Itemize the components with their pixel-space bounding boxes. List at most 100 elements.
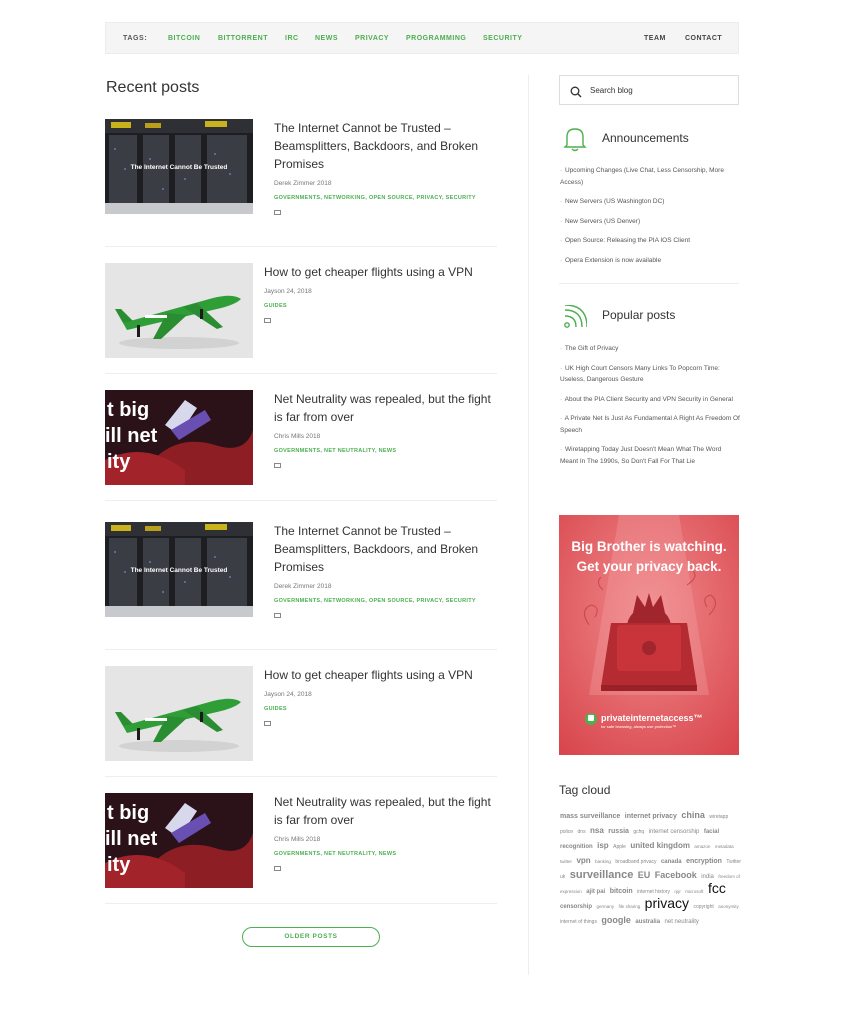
post-categories[interactable]: GUIDES [264,303,499,309]
post-separator [105,903,497,904]
pia-ad-banner[interactable]: Big Brother is watching. Get your privac… [559,515,739,755]
popular-post-item[interactable]: · A Private Net Is Just As Fundamental A… [560,413,740,436]
contact-link[interactable]: CONTACT [685,35,722,42]
tag-cloud-item[interactable]: copyright [693,904,713,910]
tag-cloud-item[interactable]: fcc [708,880,726,896]
tag-cloud: mass surveillance internet privacy china… [560,808,742,928]
tag-cloud-item[interactable]: EU [638,870,651,880]
announcement-item[interactable]: · New Servers (US Washington DC) [560,196,740,208]
tag-cloud-item[interactable]: anonymity [718,904,739,909]
post-title-link[interactable]: The Internet Cannot be Trusted – Beamspl… [274,522,499,576]
popular-post-item[interactable]: · About the PIA Client Security and VPN … [560,394,740,406]
tag-cloud-item[interactable]: net neutrality [665,919,699,925]
tag-cloud-item[interactable]: privacy [645,895,689,911]
tag-cloud-item[interactable]: dns [578,829,586,835]
tag-cloud-item[interactable]: Facebook [655,870,697,880]
tag-link-privacy[interactable]: PRIVACY [355,35,389,42]
post-categories[interactable]: GOVERNMENTS, NET NEUTRALITY, NEWS [274,448,499,454]
announcement-item[interactable]: · Open Source: Releasing the PIA IOS Cli… [560,235,740,247]
popular-post-item[interactable]: · The Gift of Privacy [560,343,740,355]
tag-cloud-item[interactable]: surveillance [570,869,634,881]
comment-icon[interactable] [274,613,281,618]
post-categories[interactable]: GUIDES [264,706,499,712]
older-posts-button[interactable]: OLDER POSTS [242,927,380,947]
popular-post-item[interactable]: · UK High Court Censors Many Links To Po… [560,363,740,386]
tag-cloud-item[interactable]: china [681,810,705,820]
comment-icon[interactable] [274,210,281,215]
tag-link-bitcoin[interactable]: BITCOIN [168,35,200,42]
tag-cloud-item[interactable]: wiretapp [709,814,728,820]
post-thumbnail-airplane[interactable] [105,263,253,358]
comment-icon[interactable] [274,463,281,468]
tag-cloud-item[interactable]: internet privacy [625,813,677,820]
tag-cloud-item[interactable]: canada [661,859,682,865]
tag-cloud-item[interactable]: encryption [686,858,722,865]
tag-link-news[interactable]: NEWS [315,35,338,42]
post-categories[interactable]: GOVERNMENTS, NETWORKING, OPEN SOURCE, PR… [274,598,499,604]
post-thumbnail-servers[interactable]: The Internet Cannot Be Trusted [105,522,253,617]
team-link[interactable]: TEAM [644,35,666,42]
tag-cloud-item[interactable]: germany [596,904,614,909]
announcement-item[interactable]: · New Servers (US Denver) [560,216,740,228]
tag-cloud-item[interactable]: isp [597,841,609,850]
comment-icon[interactable] [264,318,271,323]
tag-cloud-item[interactable]: mass surveillance [560,813,620,820]
tag-link-programming[interactable]: PROGRAMMING [406,35,466,42]
tag-cloud-item[interactable]: broadband privacy [615,859,656,865]
tag-cloud-item[interactable]: file sharing [618,904,640,909]
tag-cloud-item[interactable]: uk [560,874,565,880]
ad-headline-line-1: Big Brother is watching. [571,539,726,554]
tag-cloud-item[interactable]: censorship [560,904,592,910]
tag-cloud-item[interactable]: rpjr [674,889,681,894]
post-thumbnail-airplane[interactable] [105,666,253,761]
post-title-link[interactable]: Net Neutrality was repealed, but the fig… [274,390,499,426]
tag-link-security[interactable]: SECURITY [483,35,522,42]
tag-cloud-item[interactable]: banking [595,859,611,864]
tag-cloud-item[interactable]: metadata [715,844,734,849]
tag-cloud-item[interactable]: microsoft [685,889,703,894]
post-thumbnail-net-neutrality[interactable]: t big ill net ity [105,390,253,485]
tag-cloud-item[interactable]: police [560,829,573,835]
search-input[interactable] [590,83,730,98]
tag-cloud-item[interactable]: bitcoin [610,888,633,895]
announcement-item[interactable]: · Opera Extension is now available [560,255,740,267]
tag-cloud-item[interactable]: Apple [613,844,626,850]
ad-headline-line-2: Get your privacy back. [577,559,722,574]
announcement-item[interactable]: · Upcoming Changes (Live Chat, Less Cens… [560,165,740,188]
tag-cloud-item[interactable]: internet censorship [649,829,700,835]
tag-cloud-item[interactable]: twitter [560,859,572,864]
post-title-link[interactable]: How to get cheaper flights using a VPN [264,263,499,281]
tag-cloud-item[interactable]: australia [635,919,660,925]
post-categories[interactable]: GOVERNMENTS, NET NEUTRALITY, NEWS [274,851,499,857]
post-item: The Internet Cannot Be Trusted The Inter… [105,522,499,618]
post-separator [105,500,497,501]
tag-cloud-item[interactable]: Twitter [726,859,741,865]
tag-cloud-item[interactable]: united kingdom [630,841,690,850]
search-icon[interactable] [570,85,582,103]
tag-link-bittorrent[interactable]: BITTORRENT [218,35,268,42]
post-title-link[interactable]: The Internet Cannot be Trusted – Beamspl… [274,119,499,173]
tag-cloud-item[interactable]: nsa [590,826,604,835]
comment-icon[interactable] [274,866,281,871]
tag-link-irc[interactable]: IRC [285,35,299,42]
tag-cloud-item[interactable]: internet of things [560,919,597,925]
tag-cloud-item[interactable]: amazon [694,844,710,849]
post-thumbnail-net-neutrality[interactable]: t big ill net ity [105,793,253,888]
thumbnail-caption-line-3: ity [107,451,131,473]
post-title-link[interactable]: Net Neutrality was repealed, but the fig… [274,793,499,829]
post-thumbnail-servers[interactable]: The Internet Cannot Be Trusted [105,119,253,214]
post-separator [105,649,497,650]
post-title-link[interactable]: How to get cheaper flights using a VPN [264,666,499,684]
tag-cloud-item[interactable]: ajit pai [586,889,605,895]
tag-cloud-item[interactable]: gchq [633,829,644,835]
thumbnail-caption: The Internet Cannot Be Trusted [131,567,228,574]
tag-cloud-item[interactable]: vpn [576,856,590,865]
ad-tagline: for safe browsing, always use protection… [601,724,676,729]
tag-cloud-item[interactable]: google [601,915,631,925]
popular-post-item[interactable]: · Wiretapping Today Just Doesn't Mean Wh… [560,444,740,467]
post-categories[interactable]: GOVERNMENTS, NETWORKING, OPEN SOURCE, PR… [274,195,499,201]
tag-cloud-item[interactable]: russia [608,828,629,835]
post-meta: Derek Zimmer 2018 [274,583,332,590]
comment-icon[interactable] [264,721,271,726]
widget-separator [559,283,739,284]
